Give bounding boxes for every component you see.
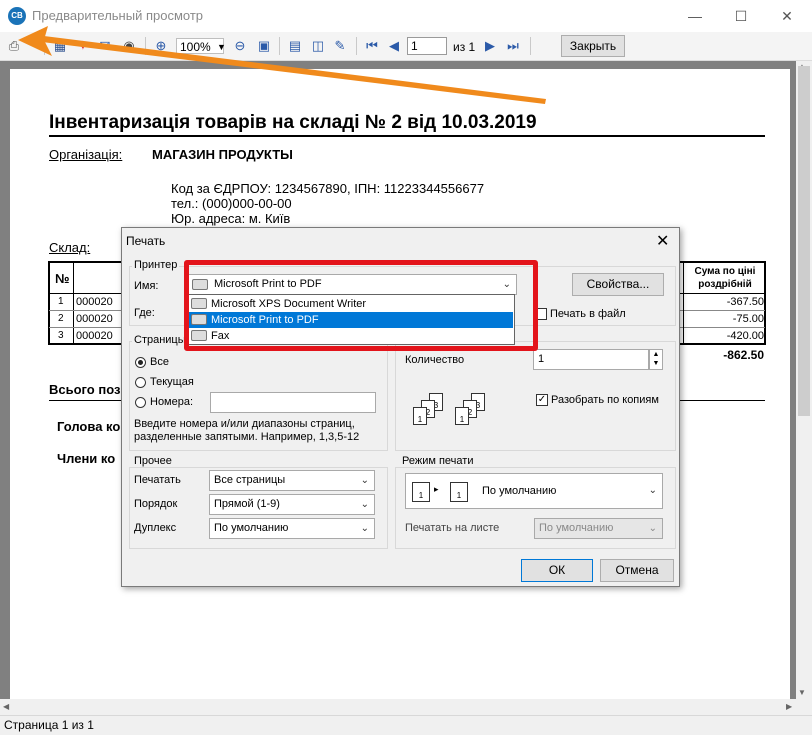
arrow-shaft: [42, 36, 546, 104]
orange-arrow-annotation: [18, 26, 546, 104]
